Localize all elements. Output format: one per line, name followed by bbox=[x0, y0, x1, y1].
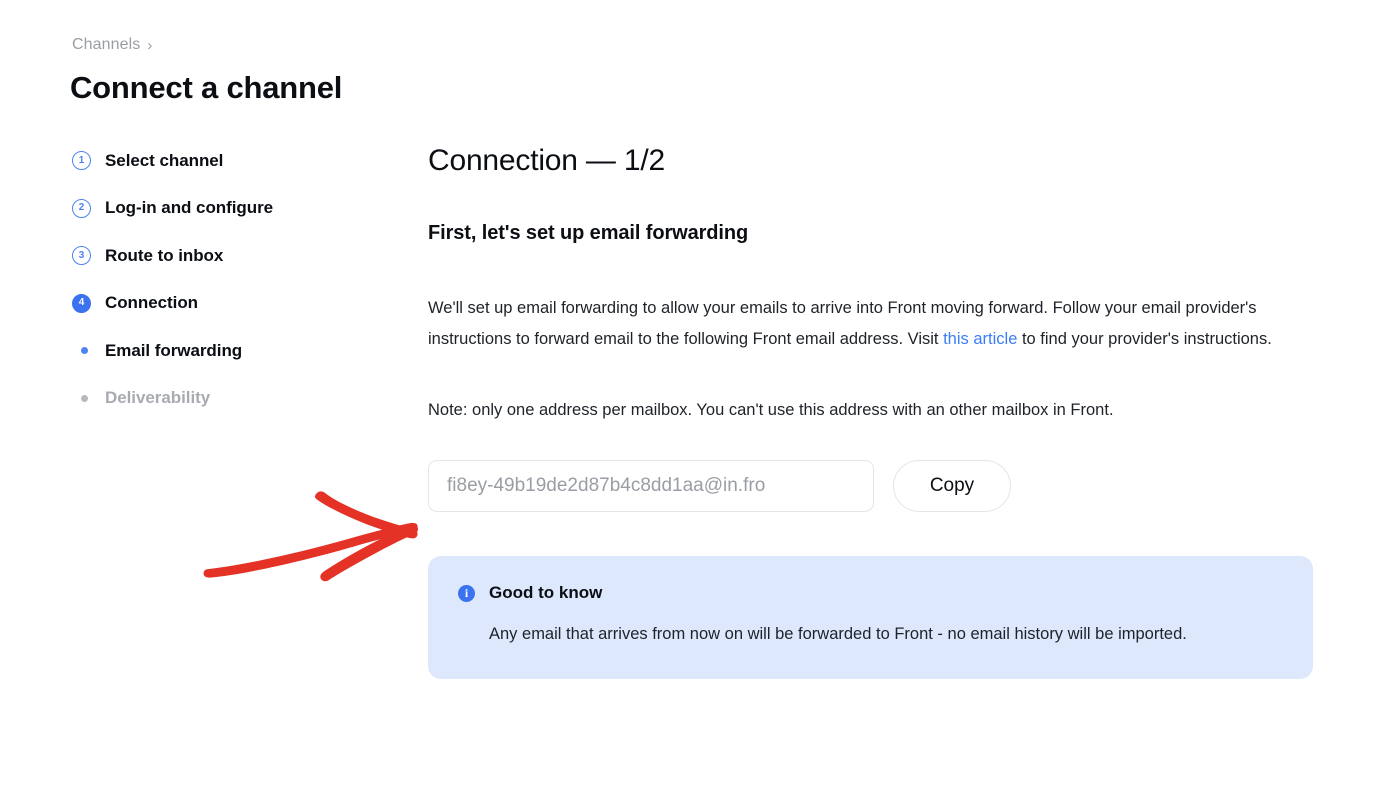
good-to-know-callout: i Good to know Any email that arrives fr… bbox=[428, 556, 1313, 679]
this-article-link[interactable]: this article bbox=[943, 330, 1017, 348]
info-icon: i bbox=[458, 584, 475, 602]
intro-paragraph-text-after: to find your provider's instructions. bbox=[1017, 330, 1272, 348]
step-number-badge-1: 1 bbox=[72, 151, 91, 170]
breadcrumb-item-channels[interactable]: Channels bbox=[72, 36, 140, 54]
sidebar-substep-label: Email forwarding bbox=[105, 340, 243, 360]
step-number-badge-2: 2 bbox=[72, 198, 91, 218]
breadcrumb: Channels › bbox=[72, 36, 153, 54]
sidebar-step-label: Log-in and configure bbox=[105, 198, 274, 217]
note-paragraph: Note: only one address per mailbox. You … bbox=[428, 401, 1114, 419]
step-number-badge-3: 3 bbox=[72, 246, 91, 265]
sidebar-step-select-channel[interactable]: 1 Select channel bbox=[72, 146, 392, 175]
chevron-right-icon: › bbox=[147, 36, 153, 54]
forwarding-address-row: Copy bbox=[428, 460, 1318, 512]
step-number-badge-4: 4 bbox=[72, 293, 91, 313]
sidebar-substep-deliverability[interactable]: Deliverability bbox=[72, 384, 392, 413]
bullet-dot-icon bbox=[81, 394, 88, 402]
sidebar-step-connection[interactable]: 4 Connection bbox=[72, 289, 392, 318]
bullet-dot-icon bbox=[81, 347, 88, 354]
callout-body: Any email that arrives from now on will … bbox=[489, 625, 1187, 643]
section-title: Connection — 1/2 bbox=[428, 144, 665, 177]
intro-paragraph: We'll set up email forwarding to allow y… bbox=[428, 293, 1313, 355]
sidebar-step-login-and-configure[interactable]: 2 Log-in and configure bbox=[72, 194, 392, 223]
sidebar-step-label: Select channel bbox=[105, 150, 224, 170]
connect-channel-page: Channels › Connect a channel 1 Select ch… bbox=[0, 0, 1400, 799]
sidebar-substep-label: Deliverability bbox=[105, 388, 211, 407]
callout-header: i Good to know bbox=[458, 583, 1283, 603]
sidebar-step-label: Route to inbox bbox=[105, 245, 224, 265]
copy-button[interactable]: Copy bbox=[893, 460, 1011, 512]
forwarding-email-input[interactable] bbox=[428, 460, 874, 512]
callout-title: Good to know bbox=[489, 583, 603, 602]
sidebar-substep-email-forwarding[interactable]: Email forwarding bbox=[72, 336, 392, 365]
page-title: Connect a channel bbox=[70, 70, 343, 105]
sidebar-step-label: Connection bbox=[105, 293, 198, 312]
section-subtitle: First, let's set up email forwarding bbox=[428, 222, 749, 244]
sidebar-step-route-to-inbox[interactable]: 3 Route to inbox bbox=[72, 241, 392, 270]
wizard-stepper: 1 Select channel 2 Log-in and configure … bbox=[72, 146, 392, 431]
annotation-arrow-icon bbox=[203, 491, 419, 582]
main-content: Connection — 1/2 First, let's set up ema… bbox=[428, 144, 1318, 679]
